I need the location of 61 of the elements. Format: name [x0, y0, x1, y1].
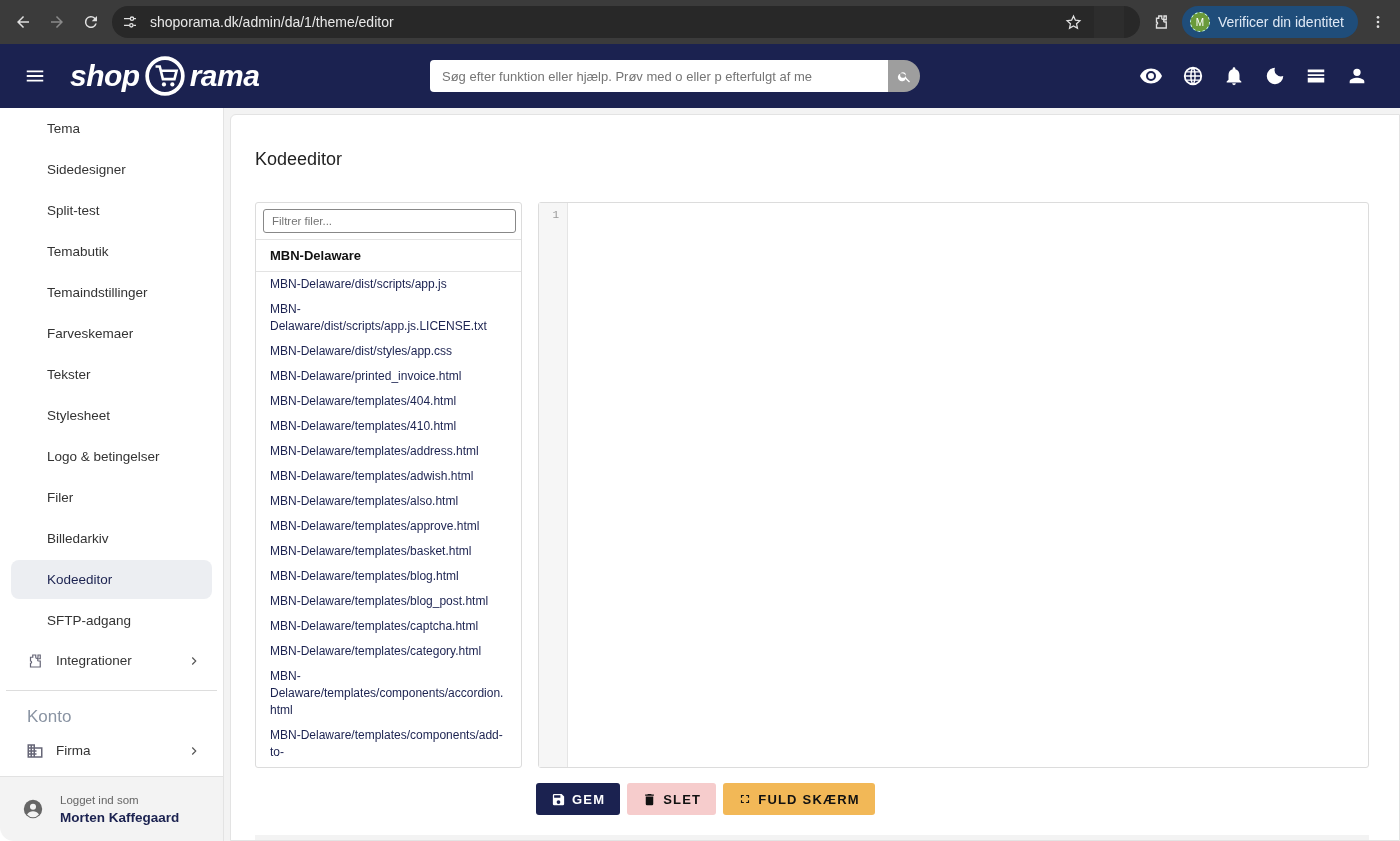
globe-icon	[1182, 65, 1204, 87]
reload-icon	[82, 13, 100, 31]
file-item[interactable]: MBN-Delaware/templates/blog_post.html	[256, 589, 521, 614]
file-item[interactable]: MBN-Delaware/templates/address.html	[256, 439, 521, 464]
file-item[interactable]: MBN-Delaware/templates/blog.html	[256, 564, 521, 589]
sidebar-item[interactable]: Split-test	[11, 191, 212, 230]
building-icon	[26, 741, 44, 760]
sidebar-item[interactable]: Stylesheet	[11, 396, 212, 435]
file-item[interactable]: MBN-Delaware/templates/category.html	[256, 639, 521, 664]
logo-text: shop	[70, 59, 140, 93]
sidebar-item[interactable]: Logo & betingelser	[11, 437, 212, 476]
file-item[interactable]: MBN-Delaware/dist/scripts/app.js.LICENSE.txt	[256, 297, 521, 339]
profile-button[interactable]: M Verificer din identitet	[1181, 6, 1358, 38]
file-item[interactable]: MBN-Delaware/templates/also.html	[256, 489, 521, 514]
sidebar-item[interactable]: Temaindstillinger	[11, 273, 212, 312]
sidebar-item[interactable]: Filer	[11, 478, 212, 517]
folder-name[interactable]: MBN-Delaware	[256, 239, 521, 272]
search-field[interactable]: Søg efter funktion eller hjælp. Prøv med o eller p efterfulgt af me	[430, 60, 888, 92]
sidebar-item[interactable]: Sidedesigner	[11, 150, 212, 189]
user-name: Morten Kaffegaard	[60, 809, 180, 825]
sidebar-item[interactable]: Temabutik	[11, 232, 212, 271]
save-button[interactable]: GEM	[536, 783, 621, 815]
sidebar-item[interactable]: Kodeeditor	[11, 560, 212, 599]
file-item[interactable]: MBN-Delaware/templates/approve.html	[256, 514, 521, 539]
sidebar-item[interactable]: Farveskemaer	[11, 314, 212, 353]
star-icon	[1064, 13, 1082, 31]
moon-icon	[1264, 65, 1286, 87]
filter-field[interactable]: Filtrer filer...	[263, 209, 516, 233]
file-item[interactable]: MBN-Delaware/dist/scripts/app.js	[256, 272, 521, 297]
logo-text: rama	[189, 59, 260, 93]
logged-in-caption: Logget ind som	[60, 793, 140, 806]
sidebar-item[interactable]: Billedarkiv	[11, 519, 212, 558]
file-item[interactable]: MBN-Delaware/templates/basket.html	[256, 539, 521, 564]
file-item[interactable]: MBN-Delaware/dist/styles/app.css	[256, 339, 521, 364]
file-item[interactable]: MBN-Delaware/templates/adwish.html	[256, 464, 521, 489]
sidebar-group[interactable]: Firma	[0, 731, 223, 770]
cart-circle-icon	[143, 55, 186, 97]
file-item[interactable]: MBN-Delaware/templates/components/add-to-	[256, 723, 521, 765]
file-item[interactable]: MBN-Delaware/templates/captcha.html	[256, 614, 521, 639]
sidebar-group[interactable]: Integrationer	[0, 641, 223, 680]
line-number: 1	[551, 209, 560, 221]
file-item[interactable]: MBN-Delaware/templates/components/accordion.html	[256, 664, 521, 723]
user-avatar-icon	[22, 798, 44, 820]
search-button[interactable]	[888, 60, 920, 92]
url-text: shoporama.dk/admin/da/1/theme/editor	[150, 14, 395, 30]
save-icon	[551, 791, 566, 807]
forward-arrow-icon	[48, 13, 66, 31]
file-item[interactable]: MBN-Delaware/templates/404.html	[256, 389, 521, 414]
language-button[interactable]	[1182, 65, 1204, 87]
section-title: Konto	[26, 706, 73, 728]
sidebar-item[interactable]: SFTP-adgang	[11, 601, 212, 640]
delete-button[interactable]: SLET	[627, 783, 717, 815]
sidebar-item[interactable]: Tema	[11, 109, 212, 148]
address-bar[interactable]: shoporama.dk/admin/da/1/theme/editor	[112, 6, 1140, 38]
sidebar-item[interactable]: Tekster	[11, 355, 212, 394]
fullscreen-button[interactable]: FULD SKÆRM	[723, 783, 875, 815]
file-item[interactable]: MBN-Delaware/templates/410.html	[256, 414, 521, 439]
dark-mode-button[interactable]	[1264, 65, 1286, 87]
page-title: Kodeeditor	[255, 149, 344, 170]
sliders-icon	[122, 14, 138, 30]
file-item[interactable]: MBN-Delaware/printed_invoice.html	[256, 364, 521, 389]
